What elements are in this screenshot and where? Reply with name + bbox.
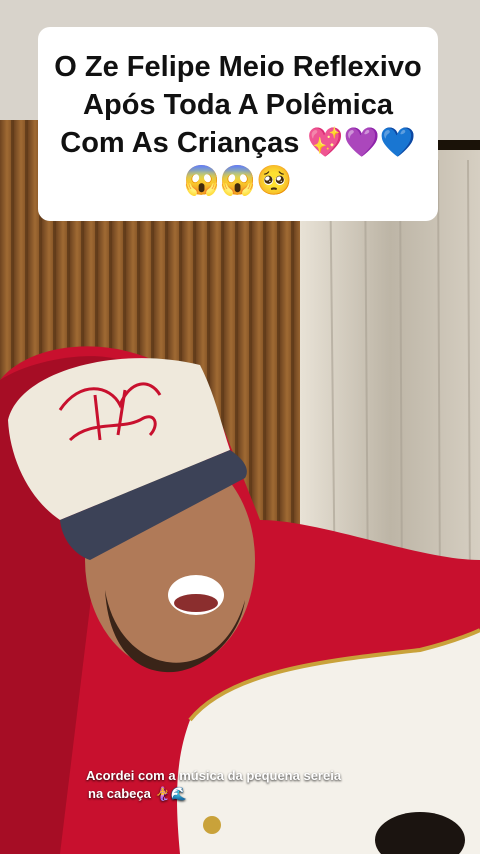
caption-line-2: na cabeça 🧜‍♀️🌊 (88, 786, 187, 801)
guitar-knob (203, 816, 221, 834)
story-caption: Acordei com a música da pequena sereia n… (86, 767, 406, 803)
post-title: O Ze Felipe Meio Reflexivo Após Toda A P… (54, 51, 422, 197)
caption-line-1: Acordei com a música da pequena sereia (86, 768, 342, 783)
mouth-inner (174, 594, 218, 612)
title-card: O Ze Felipe Meio Reflexivo Após Toda A P… (38, 27, 438, 221)
story-frame: O Ze Felipe Meio Reflexivo Após Toda A P… (0, 0, 480, 854)
